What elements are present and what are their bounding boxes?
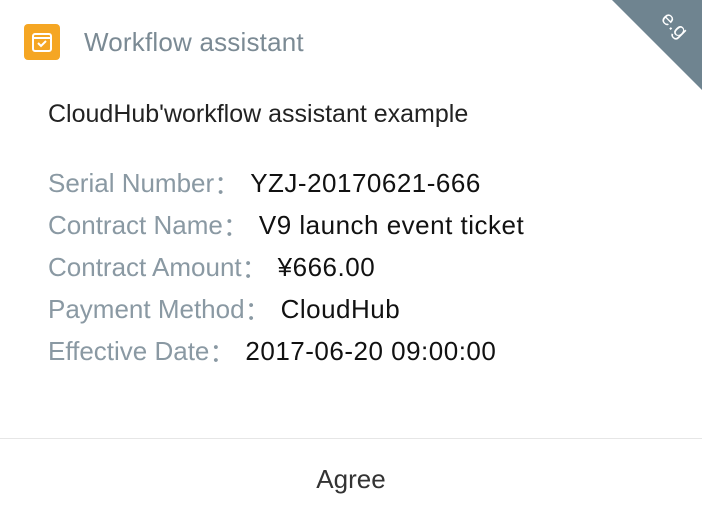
field-serial-number: Serial Number ： YZJ-20170621-666 bbox=[48, 162, 524, 204]
card-header: Workflow assistant bbox=[24, 24, 304, 60]
app-title: Workflow assistant bbox=[84, 26, 304, 57]
field-label: Contract Amount bbox=[48, 251, 242, 282]
field-value: 2017-06-20 09:00:00 bbox=[245, 335, 497, 366]
field-contract-amount: Contract Amount ： ¥666.00 bbox=[48, 246, 524, 288]
field-contract-name: Contract Name ： V9 launch event ticket bbox=[48, 204, 524, 246]
agree-button[interactable]: Agree bbox=[0, 439, 702, 520]
field-value: V9 launch event ticket bbox=[258, 209, 525, 240]
field-effective-date: Effective Date ： 2017-06-20 09:00:00 bbox=[48, 330, 524, 372]
field-list: Serial Number ： YZJ-20170621-666 Contrac… bbox=[48, 162, 524, 372]
approval-form-icon bbox=[24, 24, 60, 60]
field-value: YZJ-20170621-666 bbox=[250, 167, 481, 198]
field-colon: ： bbox=[209, 337, 236, 368]
field-label: Effective Date bbox=[48, 335, 210, 366]
example-corner-badge bbox=[612, 0, 702, 90]
field-colon: ： bbox=[222, 211, 249, 242]
field-label: Serial Number bbox=[48, 167, 215, 198]
field-label: Payment Method bbox=[48, 293, 245, 324]
field-colon: ： bbox=[214, 169, 241, 200]
field-value: CloudHub bbox=[280, 293, 401, 324]
workflow-card: Workflow assistant e.g CloudHub'workflow… bbox=[0, 0, 702, 520]
field-value: ¥666.00 bbox=[277, 251, 376, 282]
field-colon: ： bbox=[241, 253, 268, 284]
field-payment-method: Payment Method ： CloudHub bbox=[48, 288, 524, 330]
field-label: Contract Name bbox=[48, 209, 223, 240]
card-subtitle: CloudHub'workflow assistant example bbox=[48, 100, 469, 128]
field-colon: ： bbox=[244, 295, 271, 326]
approval-form-glyph bbox=[32, 33, 52, 52]
